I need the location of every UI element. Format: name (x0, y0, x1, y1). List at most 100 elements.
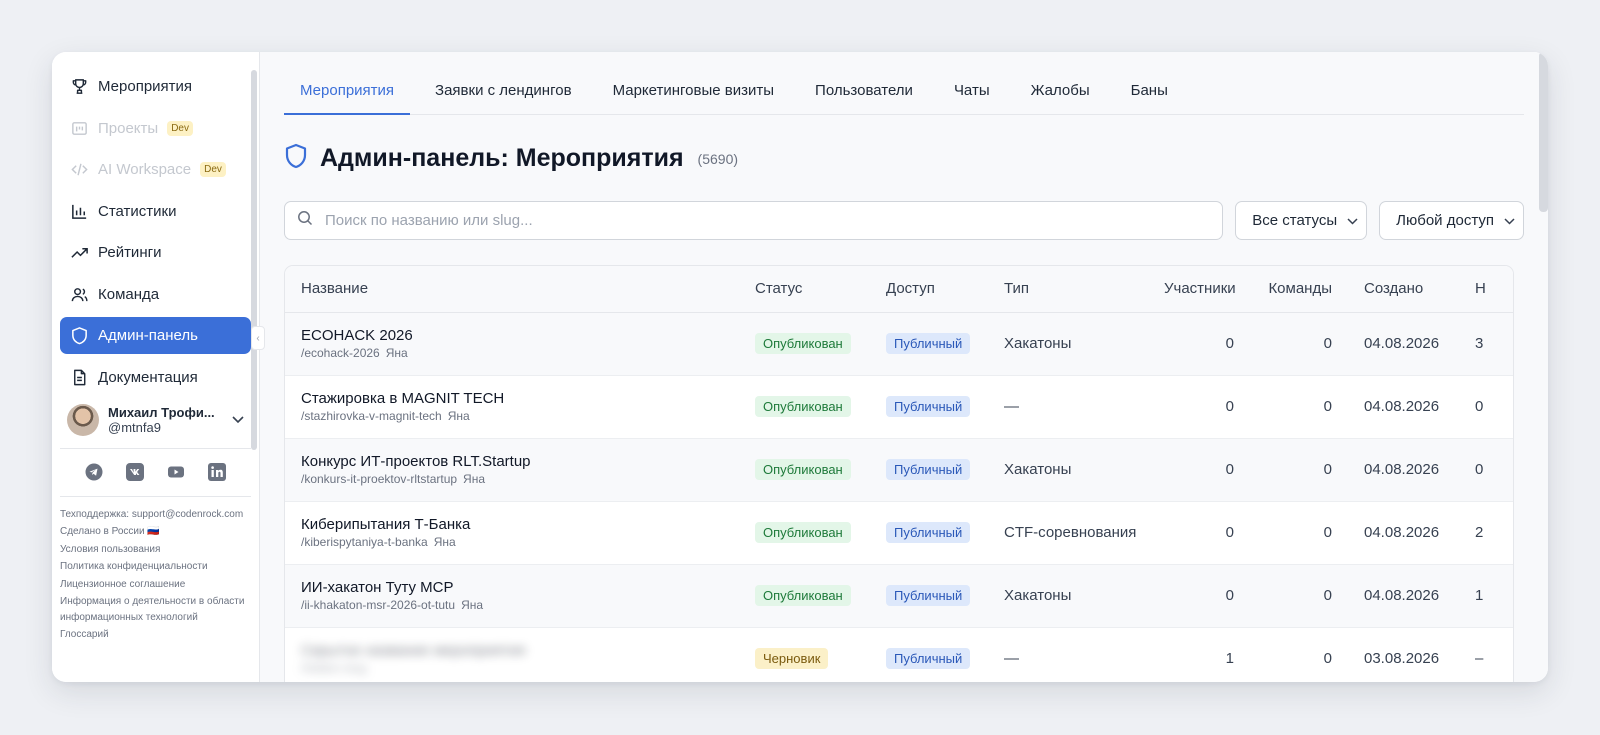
bar-chart-icon (69, 201, 89, 221)
participants-cell: 0 (1148, 438, 1250, 502)
sidebar-item-5[interactable]: Команда (60, 276, 251, 313)
event-name-link[interactable]: Стажировка в MAGNIT TECH (301, 390, 723, 407)
participants-cell: 0 (1148, 375, 1250, 439)
access-badge: Публичный (886, 459, 971, 480)
footer-link[interactable]: Техподдержка: support@codenrock.com (60, 507, 251, 523)
events-table: Название Статус Доступ Тип Участники Команды С… (285, 266, 1513, 682)
event-author: Яна (447, 409, 470, 423)
sidebar: ‹ Мероприятия Проекты Dev AI Workspace Dev Ст… (52, 52, 265, 682)
footer-link[interactable]: Глоссарий (60, 627, 251, 643)
name-cell: Скрытое название мероприятия/hidden-slug (285, 627, 739, 682)
sidebar-item-6[interactable]: Админ-панель (60, 317, 251, 354)
footer-links: Техподдержка: support@codenrock.com Сдела… (52, 507, 259, 643)
event-author: Яна (433, 535, 456, 549)
events-table-container: Название Статус Доступ Тип Участники Команды С… (284, 265, 1514, 682)
search-input[interactable] (325, 212, 1211, 229)
tab-bar: Мероприятия Заявки с лендингов Маркетингов… (284, 52, 1524, 115)
column-header[interactable]: Участники (1148, 266, 1250, 313)
footer-link[interactable]: Политика конфиденциальности (60, 559, 251, 575)
footer-link[interactable]: Информация о деятельности в области инфо… (60, 594, 251, 625)
event-slug-line: /kiberispytaniya-t-banka Яна (301, 535, 723, 549)
column-header[interactable]: Статус (739, 266, 870, 313)
access-cell: Публичный (870, 375, 988, 439)
column-header[interactable]: Н (1459, 266, 1513, 313)
column-header[interactable]: Тип (988, 266, 1148, 313)
column-header[interactable]: Команды (1250, 266, 1348, 313)
table-row[interactable]: ECOHACK 2026/ecohack-2026 Яна Опубликован П… (285, 312, 1513, 376)
table-row[interactable]: Конкурс ИТ-проектов RLT.Startup/konkurs-… (285, 438, 1513, 502)
tab-4[interactable]: Чаты (938, 82, 1006, 114)
tab-6[interactable]: Баны (1115, 82, 1184, 114)
table-row[interactable]: ИИ-хакатон Туту МСР/ii-khakaton-msr-2026… (285, 564, 1513, 628)
collapse-sidebar-button[interactable]: ‹ (251, 326, 265, 350)
sidebar-item-7[interactable]: Документация (60, 359, 251, 396)
access-select-label: Любой доступ (1396, 212, 1494, 229)
footer-link[interactable]: Лицензионное соглашение (60, 577, 251, 593)
access-select[interactable]: Любой доступ (1379, 201, 1524, 240)
column-header[interactable]: Создано (1348, 266, 1459, 313)
column-header[interactable]: Доступ (870, 266, 988, 313)
event-name-link[interactable]: ИИ-хакатон Туту МСР (301, 579, 723, 596)
vk-icon[interactable] (126, 463, 145, 482)
sidebar-item-2[interactable]: AI Workspace Dev (60, 151, 251, 188)
tab-3[interactable]: Пользователи (799, 82, 929, 114)
sidebar-scrollbar[interactable] (251, 70, 257, 450)
footer-link[interactable]: Условия пользования (60, 542, 251, 558)
table-body: ECOHACK 2026/ecohack-2026 Яна Опубликован П… (285, 312, 1513, 682)
column-header[interactable]: Название (285, 266, 739, 313)
event-name-link[interactable]: ECOHACK 2026 (301, 327, 723, 344)
name-cell: ИИ-хакатон Туту МСР/ii-khakaton-msr-2026… (285, 564, 739, 628)
user-menu[interactable]: Михаил Трофи... @mtnfa9 (52, 402, 259, 438)
truncated-cell: 0 (1459, 375, 1513, 439)
event-slug-line: /ii-khakaton-msr-2026-ot-tutu Яна (301, 598, 723, 612)
event-slug: /hidden-slug (301, 661, 367, 675)
table-row[interactable]: Киберипытания Т-Банка/kiberispytaniya-t-… (285, 501, 1513, 565)
dev-badge: Dev (167, 120, 193, 136)
participants-cell: 0 (1148, 564, 1250, 628)
access-cell: Публичный (870, 312, 988, 376)
name-cell: Киберипытания Т-Банка/kiberispytaniya-t-… (285, 501, 739, 565)
event-author: Яна (385, 346, 408, 360)
event-slug-line: /ecohack-2026 Яна (301, 346, 723, 360)
event-name-link[interactable]: Скрытое название мероприятия (301, 642, 723, 659)
sidebar-item-label: Статистики (98, 202, 177, 220)
telegram-icon[interactable] (85, 463, 104, 482)
divider (60, 495, 251, 497)
status-badge: Опубликован (755, 459, 851, 480)
youtube-icon[interactable] (167, 463, 186, 482)
status-cell: Опубликован (739, 501, 870, 565)
event-slug: /ii-khakaton-msr-2026-ot-tutu (301, 598, 456, 612)
tab-0[interactable]: Мероприятия (284, 82, 411, 115)
event-name-link[interactable]: Конкурс ИТ-проектов RLT.Startup (301, 453, 723, 470)
search-box[interactable] (284, 201, 1224, 240)
truncated-cell: 3 (1459, 312, 1513, 376)
table-row[interactable]: Стажировка в MAGNIT TECH/stazhirovka-v-m… (285, 375, 1513, 439)
event-name-link[interactable]: Киберипытания Т-Банка (301, 516, 723, 533)
linkedin-icon[interactable] (208, 463, 227, 482)
sidebar-item-3[interactable]: Статистики (60, 193, 251, 230)
tab-1[interactable]: Заявки с лендингов (419, 82, 588, 114)
type-cell: — (988, 627, 1148, 682)
sidebar-item-0[interactable]: Мероприятия (60, 68, 251, 105)
status-cell: Опубликован (739, 312, 870, 376)
teams-cell: 0 (1250, 312, 1348, 376)
divider (60, 447, 251, 449)
trending-up-icon (69, 243, 89, 263)
type-cell: — (988, 375, 1148, 439)
sidebar-item-label: Проекты (98, 119, 159, 137)
tab-5[interactable]: Жалобы (1015, 82, 1106, 114)
sidebar-item-4[interactable]: Рейтинги (60, 234, 251, 271)
teams-cell: 0 (1250, 501, 1348, 565)
tab-2[interactable]: Маркетинговые визиты (597, 82, 790, 114)
sidebar-item-1[interactable]: Проекты Dev (60, 110, 251, 147)
status-badge: Черновик (755, 648, 829, 669)
code-icon (69, 160, 89, 180)
access-badge: Публичный (886, 585, 971, 606)
type-cell: Хакатоны (988, 438, 1148, 502)
chevron-down-icon[interactable] (232, 413, 244, 427)
table-row[interactable]: Скрытое название мероприятия/hidden-slug… (285, 627, 1513, 682)
page-title: Админ-панель: Мероприятия (320, 144, 684, 172)
name-cell: Стажировка в MAGNIT TECH/stazhirovka-v-m… (285, 375, 739, 439)
main-scrollbar[interactable] (1539, 52, 1548, 212)
status-select[interactable]: Все статусы (1235, 201, 1368, 240)
